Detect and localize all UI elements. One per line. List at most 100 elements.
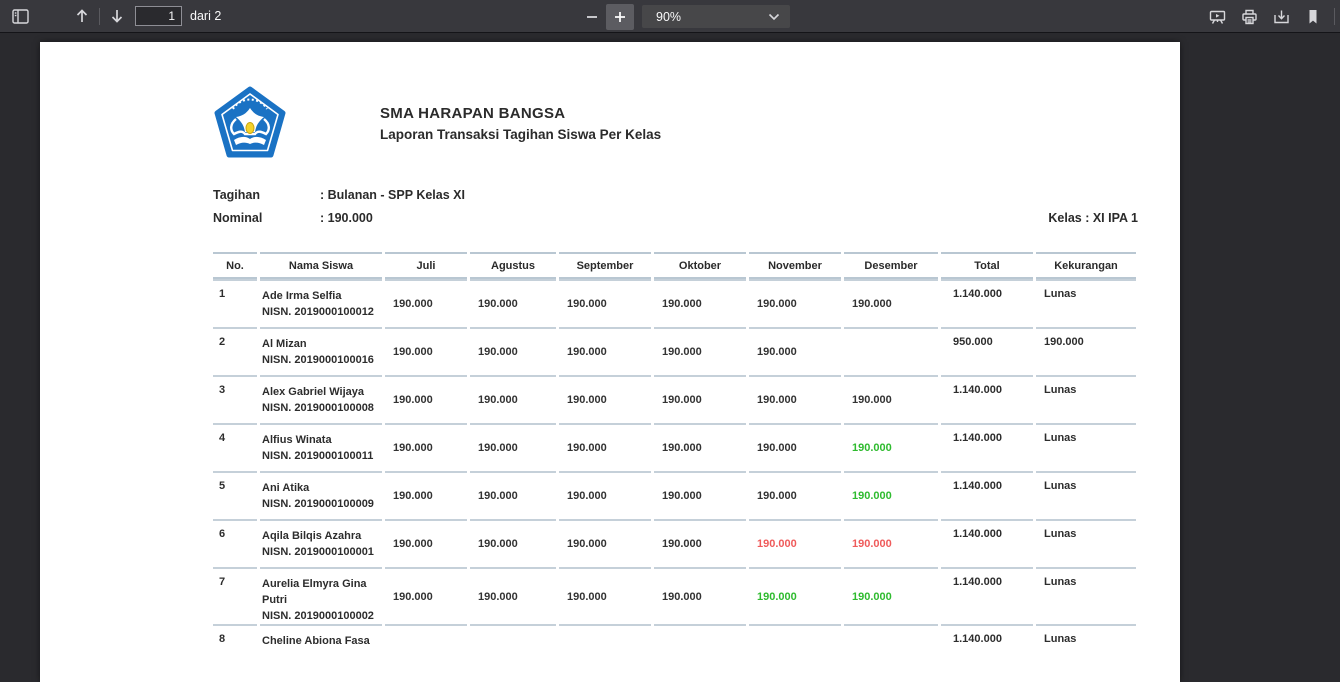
column-header: Juli (385, 252, 467, 279)
toolbar-divider (99, 7, 100, 25)
report-header: SMA HARAPAN BANGSA Laporan Transaksi Tag… (380, 105, 661, 142)
report-title: Laporan Transaksi Tagihan Siswa Per Kela… (380, 127, 662, 142)
column-header: Oktober (654, 252, 746, 279)
column-header: Nama Siswa (260, 252, 382, 279)
table-row: 7 Aurelia Elmyra Gina Putri NISN. 20190001… (213, 567, 1136, 624)
month-payment: 190.000 (385, 471, 467, 519)
row-kekurangan: Lunas (1036, 624, 1136, 672)
month-payment: 190.000 (470, 471, 556, 519)
student-nisn: NISN. 2019000100012 (262, 306, 374, 318)
month-payment: 190.000 (385, 423, 467, 471)
bookmark-button[interactable] (1299, 4, 1327, 30)
month-payment: 190.000 (470, 279, 556, 327)
zoom-in-icon (613, 10, 627, 24)
month-payment: 190.000 (654, 279, 746, 327)
zoom-in-button[interactable] (606, 3, 634, 30)
month-payment: 190.000 (844, 567, 938, 624)
month-payment (749, 624, 841, 672)
download-button[interactable] (1267, 4, 1295, 30)
print-button[interactable] (1235, 4, 1263, 30)
row-total: 1.140.000 (941, 519, 1033, 567)
month-payment: 190.000 (749, 327, 841, 375)
presentation-mode-icon (1209, 9, 1226, 25)
sidebar-toggle-button[interactable] (6, 3, 34, 29)
row-kekurangan: Lunas (1036, 567, 1136, 624)
pdf-toolbar: dari 2 90% (0, 0, 1340, 33)
month-payment: 190.000 (385, 279, 467, 327)
chevron-down-icon (768, 10, 780, 24)
bookmark-icon (1306, 9, 1320, 25)
table-row: 5 Ani Atika NISN. 2019000100009 190.000 190.… (213, 471, 1136, 519)
month-payment: 190.000 (654, 327, 746, 375)
school-name: SMA HARAPAN BANGSA (380, 105, 566, 122)
row-kekurangan: 190.000 (1036, 327, 1136, 375)
presentation-mode-button[interactable] (1203, 4, 1231, 30)
tagihan-label: Tagihan (213, 188, 260, 202)
month-payment: 190.000 (559, 375, 651, 423)
student-cell: Ani Atika NISN. 2019000100009 (260, 471, 382, 519)
student-nisn: NISN. 2019000100002 (262, 610, 374, 622)
row-number: 3 (213, 375, 257, 423)
table-row: 4 Alfius Winata NISN. 2019000100011 190.000… (213, 423, 1136, 471)
student-nisn: NISN. 2019000100016 (262, 354, 374, 366)
sidebar-toggle-icon (11, 8, 29, 24)
month-payment: 190.000 (749, 567, 841, 624)
row-kekurangan: Lunas (1036, 423, 1136, 471)
month-payment: 190.000 (654, 375, 746, 423)
row-number: 6 (213, 519, 257, 567)
previous-page-button[interactable] (68, 3, 96, 29)
month-payment (844, 327, 938, 375)
month-payment: 190.000 (385, 519, 467, 567)
zoom-level-value: 90% (656, 9, 682, 24)
student-name: Cheline Abiona Fasa (262, 635, 370, 647)
row-number: 8 (213, 624, 257, 672)
table-row: 6 Aqila Bilqis Azahra NISN. 2019000100001 1… (213, 519, 1136, 567)
month-payment: 190.000 (749, 375, 841, 423)
column-header: Agustus (470, 252, 556, 279)
month-payment: 190.000 (559, 327, 651, 375)
month-payment: 190.000 (385, 327, 467, 375)
student-cell: Alex Gabriel Wijaya NISN. 2019000100008 (260, 375, 382, 423)
next-page-button[interactable] (103, 3, 131, 29)
student-name: Alfius Winata (262, 434, 332, 446)
fee-table-header-row: No. Nama Siswa Juli Agustus September Oktober… (213, 252, 1136, 279)
zoom-out-button[interactable] (578, 4, 606, 30)
month-payment: 190.000 (559, 471, 651, 519)
row-number: 7 (213, 567, 257, 624)
tagihan-value: : Bulanan - SPP Kelas XI (320, 188, 465, 202)
zoom-controls: 90% (578, 0, 790, 33)
month-payment: 190.000 (844, 279, 938, 327)
toolbar-right-group (1201, 0, 1338, 33)
student-nisn: NISN. 2019000100001 (262, 546, 374, 558)
row-total: 1.140.000 (941, 624, 1033, 672)
column-header: Desember (844, 252, 938, 279)
student-cell: Aurelia Elmyra Gina Putri NISN. 201900010… (260, 567, 382, 624)
student-name: Aurelia Elmyra Gina Putri (262, 578, 367, 606)
zoom-out-icon (585, 10, 599, 24)
download-icon (1273, 9, 1290, 25)
month-payment: 190.000 (470, 375, 556, 423)
row-number: 4 (213, 423, 257, 471)
row-number: 5 (213, 471, 257, 519)
pdf-viewer-area: SMA HARAPAN BANGSA Laporan Transaksi Tag… (0, 34, 1340, 682)
month-payment: 190.000 (470, 327, 556, 375)
toolbar-divider (1334, 8, 1335, 25)
month-payment: 190.000 (654, 423, 746, 471)
table-row: 3 Alex Gabriel Wijaya NISN. 2019000100008 1… (213, 375, 1136, 423)
month-payment: 190.000 (559, 279, 651, 327)
table-row: 2 Al Mizan NISN. 2019000100016 190.000 190.0… (213, 327, 1136, 375)
page-number-input[interactable] (135, 6, 182, 26)
kelas-value: Kelas : XI IPA 1 (1048, 211, 1138, 225)
row-total: 1.140.000 (941, 375, 1033, 423)
page-down-icon (110, 8, 124, 24)
month-payment: 190.000 (654, 471, 746, 519)
zoom-level-select[interactable]: 90% (642, 5, 790, 28)
nominal-value: : 190.000 (320, 211, 373, 225)
row-number: 2 (213, 327, 257, 375)
month-payment: 190.000 (559, 567, 651, 624)
student-cell: Cheline Abiona Fasa (260, 624, 382, 672)
nominal-row: Nominal : 190.000 (213, 211, 373, 225)
student-name: Ade Irma Selfia (262, 290, 342, 302)
month-payment (559, 624, 651, 672)
page-count-label: dari 2 (190, 9, 222, 23)
